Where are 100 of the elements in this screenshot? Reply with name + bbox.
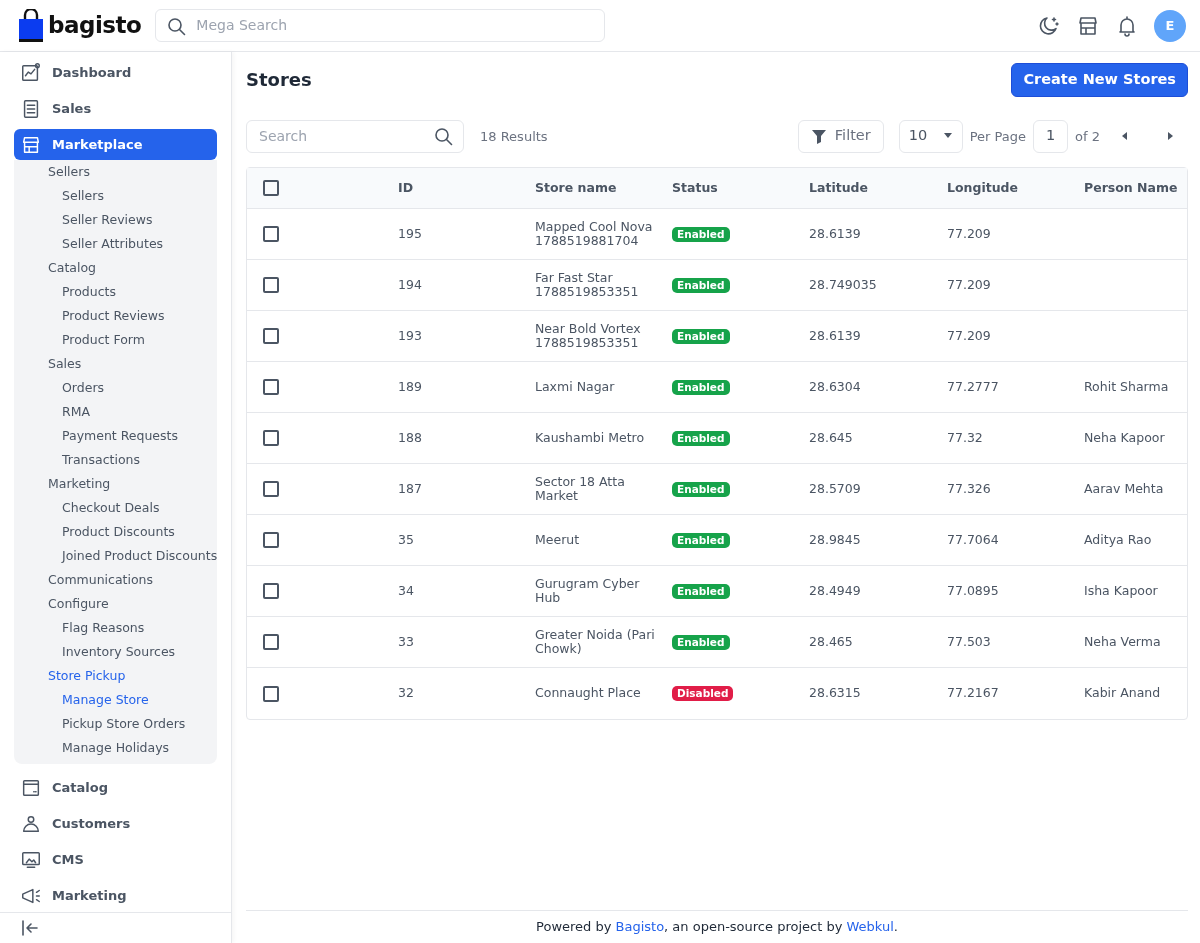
submenu-item[interactable]: Catalog bbox=[14, 256, 217, 280]
shopping-bag-icon bbox=[18, 8, 44, 43]
page-input[interactable]: 1 bbox=[1033, 119, 1069, 153]
submenu-item[interactable]: Checkout Deals bbox=[14, 496, 217, 520]
table-cell: Mapped Cool Nova 1788519881704 bbox=[535, 218, 653, 249]
search-icon bbox=[166, 15, 187, 36]
table-cell: 77.503 bbox=[947, 634, 991, 649]
sidebar-item[interactable]: Catalog bbox=[14, 772, 217, 803]
table-cell: 28.6304 bbox=[809, 379, 861, 394]
submenu-item[interactable]: Seller Attributes bbox=[14, 232, 217, 256]
sidebar-item[interactable]: CMS bbox=[14, 844, 217, 875]
submenu-item[interactable]: Sellers bbox=[14, 160, 217, 184]
table-cell: 28.749035 bbox=[809, 277, 877, 292]
submenu-item[interactable]: Joined Product Discounts bbox=[14, 544, 217, 568]
table-cell: Aarav Mehta bbox=[1084, 481, 1164, 496]
chart-icon bbox=[20, 61, 42, 84]
status-badge: Enabled bbox=[672, 277, 730, 293]
search-box[interactable]: Mega Search bbox=[155, 9, 606, 42]
status-badge: Enabled bbox=[672, 481, 730, 497]
table-cell: Gurugram Cyber Hub bbox=[535, 575, 640, 606]
collapse-icon[interactable] bbox=[20, 918, 40, 938]
select-all-checkbox[interactable] bbox=[263, 180, 279, 197]
footer-link[interactable]: Webkul bbox=[846, 919, 894, 935]
submenu-item[interactable]: Manage Store bbox=[14, 688, 217, 712]
submenu-item[interactable]: Communications bbox=[14, 568, 217, 592]
status-badge: Enabled bbox=[672, 583, 730, 599]
submenu-item[interactable]: Orders bbox=[14, 376, 217, 400]
row-checkbox[interactable] bbox=[263, 583, 279, 600]
submenu-item[interactable]: Payment Requests bbox=[14, 424, 217, 448]
submenu-item[interactable]: Transactions bbox=[14, 448, 217, 472]
submenu-item[interactable]: Flag Reasons bbox=[14, 616, 217, 640]
table-cell: Sector 18 Atta Market bbox=[535, 473, 625, 504]
status-badge: Enabled bbox=[672, 226, 730, 242]
submenu-item[interactable]: Sales bbox=[14, 352, 217, 376]
row-checkbox[interactable] bbox=[263, 379, 279, 396]
row-checkbox[interactable] bbox=[263, 430, 279, 447]
filter-button[interactable]: Filter bbox=[797, 119, 884, 153]
status-badge: Enabled bbox=[672, 328, 730, 344]
column-header[interactable]: Longitude bbox=[947, 179, 1018, 195]
logo-text: bagisto bbox=[48, 11, 142, 41]
table-cell: 188 bbox=[398, 430, 422, 445]
table-cell: Meerut bbox=[535, 532, 580, 547]
submenu-item[interactable]: Marketing bbox=[14, 472, 217, 496]
per-page-select[interactable]: 10 bbox=[898, 119, 963, 153]
previous-page-icon[interactable] bbox=[1121, 131, 1129, 142]
row-checkbox[interactable] bbox=[263, 277, 279, 294]
table-cell: 77.209 bbox=[947, 226, 991, 241]
page-title: Stores bbox=[246, 69, 312, 91]
sidebar-item[interactable]: Marketing bbox=[14, 880, 217, 911]
sidebar-item[interactable]: Sales bbox=[14, 93, 217, 124]
sidebar-item[interactable]: Customers bbox=[14, 808, 217, 839]
submenu-item[interactable]: Products bbox=[14, 280, 217, 304]
sidebar-item[interactable]: Marketplace bbox=[14, 129, 217, 160]
submenu-item[interactable]: RMA bbox=[14, 400, 217, 424]
table-cell: 28.4949 bbox=[809, 583, 861, 598]
row-checkbox[interactable] bbox=[263, 226, 279, 243]
submenu-item[interactable]: Seller Reviews bbox=[14, 208, 217, 232]
table-cell: 77.209 bbox=[947, 328, 991, 343]
row-checkbox[interactable] bbox=[263, 685, 279, 702]
search-field[interactable]: Mega Search bbox=[194, 14, 595, 37]
submenu-item[interactable]: Store Pickup bbox=[14, 664, 217, 688]
table-cell: 77.209 bbox=[947, 277, 991, 292]
search-box[interactable]: Search bbox=[246, 119, 464, 153]
table-cell: Neha Verma bbox=[1084, 634, 1161, 649]
funnel-icon bbox=[810, 128, 827, 145]
status-badge: Enabled bbox=[672, 634, 730, 650]
table-cell: 195 bbox=[398, 226, 422, 241]
row-checkbox[interactable] bbox=[263, 328, 279, 345]
table-cell: 28.5709 bbox=[809, 481, 861, 496]
submenu-item[interactable]: Pickup Store Orders bbox=[14, 712, 217, 736]
row-checkbox[interactable] bbox=[263, 532, 279, 549]
next-page-icon[interactable] bbox=[1166, 131, 1174, 142]
table-cell: 77.326 bbox=[947, 481, 991, 496]
submenu-item[interactable]: Product Discounts bbox=[14, 520, 217, 544]
page-total: of 2 bbox=[1075, 127, 1100, 146]
column-header[interactable]: Status bbox=[672, 179, 718, 195]
table-cell: 77.32 bbox=[947, 430, 983, 445]
submenu-item[interactable]: Product Reviews bbox=[14, 304, 217, 328]
submenu-item[interactable]: Inventory Sources bbox=[14, 640, 217, 664]
create-button[interactable]: Create New Stores bbox=[1011, 63, 1188, 97]
submenu-item[interactable]: Manage Holidays bbox=[14, 736, 217, 760]
submenu-item[interactable]: Product Form bbox=[14, 328, 217, 352]
column-header[interactable]: Latitude bbox=[809, 179, 868, 195]
table-cell: Neha Kapoor bbox=[1084, 430, 1165, 445]
table-cell: 187 bbox=[398, 481, 422, 496]
column-header[interactable]: ID bbox=[398, 179, 414, 195]
table-cell: Aditya Rao bbox=[1084, 532, 1152, 547]
table-cell: Connaught Place bbox=[535, 685, 641, 701]
row-checkbox[interactable] bbox=[263, 634, 279, 651]
submenu-item[interactable]: Sellers bbox=[14, 184, 217, 208]
table-cell: Rohit Sharma bbox=[1084, 379, 1169, 394]
search-field[interactable]: Search bbox=[257, 124, 433, 148]
table-cell: 77.0895 bbox=[947, 583, 999, 598]
status-badge: Enabled bbox=[672, 379, 730, 395]
row-checkbox[interactable] bbox=[263, 481, 279, 498]
table-cell: 34 bbox=[398, 583, 414, 598]
table-cell: 77.2167 bbox=[947, 685, 999, 701]
sidebar-item[interactable]: Dashboard bbox=[14, 57, 217, 88]
submenu-item[interactable]: Configure bbox=[14, 592, 217, 616]
footer-text: Powered by Bagisto, an open-source project by Webkul. bbox=[536, 918, 898, 937]
